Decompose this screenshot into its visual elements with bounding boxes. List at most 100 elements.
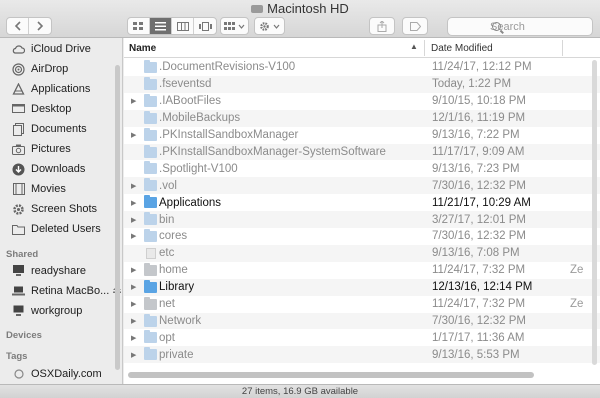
library-folder-icon [144,279,157,293]
column-divider[interactable] [562,40,563,56]
forward-button[interactable] [29,18,51,34]
file-row[interactable]: etc 9/13/16, 7:08 PM [124,244,600,262]
chevron-right-icon [37,21,44,31]
sidebar-item-pictures[interactable]: Pictures [0,139,122,159]
chevron-down-icon [238,24,245,29]
file-row[interactable]: .fseventsd Today, 1:22 PM [124,75,600,93]
sidebar-item-readyshare[interactable]: readyshare [0,261,122,281]
disclosure-triangle-icon[interactable]: ▶ [131,334,136,342]
disclosure-triangle-icon[interactable]: ▶ [131,232,136,240]
folder-icon [144,347,157,361]
disclosure-triangle-icon[interactable]: ▶ [131,300,136,308]
applications-icon [12,82,25,96]
sidebar-section-shared: Shared [6,249,39,260]
file-date-modified: 1/17/17, 11:36 AM [432,331,525,344]
file-row[interactable]: ▶ home 11/24/17, 7:32 PM Ze [124,262,600,279]
disclosure-triangle-icon[interactable]: ▶ [131,283,136,291]
locked-folder-icon [144,76,157,90]
applications-folder-icon [144,195,157,209]
sidebar-item-icloud-drive[interactable]: iCloud Drive [0,39,122,59]
file-row[interactable]: ▶ opt 1/17/17, 11:36 AM [124,329,600,346]
disclosure-triangle-icon[interactable]: ▶ [131,216,136,224]
file-name: home [159,264,188,277]
cover-flow-view-button[interactable] [194,18,216,34]
downloads-icon [12,163,25,176]
disclosure-triangle-icon[interactable]: ▶ [131,199,136,207]
file-row[interactable]: ▶ cores 7/30/16, 12:32 PM [124,228,600,245]
sidebar-item-applications[interactable]: Applications [0,79,122,99]
disclosure-triangle-icon[interactable]: ▶ [131,97,136,105]
column-header-date-modified[interactable]: Date Modified [431,43,493,54]
file-name: net [159,298,175,311]
file-row[interactable]: .PKInstallSandboxManager-SystemSoftware 1… [124,143,600,161]
icon-view-button[interactable] [128,18,150,34]
file-date-modified: 9/13/16, 7:23 PM [432,162,520,175]
file-name: private [159,348,194,361]
file-name: .MobileBackups [159,112,241,125]
cloud-icon [12,43,25,56]
search-field[interactable]: Search [447,17,593,36]
sidebar-item-screen-shots[interactable]: Screen Shots [0,199,122,219]
sidebar-item-desktop[interactable]: Desktop [0,99,122,119]
back-button[interactable] [7,18,29,34]
window-title: Macintosh HD [0,1,600,17]
sidebar-item-tag-osxdaily[interactable]: OSXDaily.com [0,364,122,384]
list-view-button[interactable] [150,18,172,34]
vertical-scrollbar[interactable] [592,60,597,365]
file-row[interactable]: ▶ .PKInstallSandboxManager 9/13/16, 7:22 P… [124,127,600,144]
file-name: Applications [159,196,222,209]
sidebar-item-retina-macbook[interactable]: Retina MacBo... [0,281,122,301]
column-divider[interactable] [424,40,425,56]
file-date-modified: Today, 1:22 PM [432,78,512,91]
sidebar-item-label: Documents [31,123,87,135]
column-header-name[interactable]: Name [129,43,156,54]
sidebar-item-workgroup[interactable]: workgroup [0,301,122,321]
cover-flow-icon [198,21,212,31]
folder-icon [144,212,157,226]
file-row[interactable]: .DocumentRevisions-V100 11/24/17, 12:12 P… [124,59,600,76]
locked-folder-icon [144,60,157,73]
file-row[interactable]: ▶ .IABootFiles 9/10/15, 10:18 PM [124,93,600,110]
disclosure-triangle-icon[interactable]: ▶ [131,131,136,139]
sidebar-scrollbar[interactable] [115,65,120,370]
disclosure-triangle-icon[interactable]: ▶ [131,182,136,190]
file-row[interactable]: ▶ Network 7/30/16, 12:32 PM [124,312,600,330]
file-name: opt [159,331,175,344]
share-button[interactable] [369,17,395,35]
camera-icon [12,143,25,156]
file-row[interactable]: ▶ bin 3/27/17, 12:01 PM [124,211,600,228]
file-row[interactable]: ▶ private 9/13/16, 5:53 PM [124,346,600,364]
sidebar-item-label: AirDrop [31,63,69,75]
sidebar-item-label: Desktop [31,103,72,115]
file-row[interactable]: ▶ Library 12/13/16, 12:14 PM [124,278,600,296]
arrange-grid-icon [224,21,235,30]
disclosure-triangle-icon[interactable]: ▶ [131,351,136,359]
column-view-button[interactable] [172,18,194,34]
tag-circle-icon [12,368,25,381]
sidebar-item-label: Screen Shots [31,203,98,215]
sidebar-item-label: iCloud Drive [31,43,91,55]
horizontal-scrollbar[interactable] [128,372,534,378]
file-date-modified: 11/24/17, 7:32 PM [432,298,526,311]
tag-button[interactable] [402,17,428,35]
sidebar: iCloud Drive AirDrop Applications Deskto… [0,38,123,384]
sidebar-item-label: Deleted Users [31,223,101,235]
disclosure-triangle-icon[interactable]: ▶ [131,317,136,325]
file-row[interactable]: ▶ .vol 7/30/16, 12:32 PM [124,177,600,195]
sidebar-item-deleted-users[interactable]: Deleted Users [0,219,122,239]
file-row[interactable]: .Spotlight-V100 9/13/16, 7:23 PM [124,160,600,177]
disclosure-triangle-icon[interactable]: ▶ [131,266,136,274]
file-row[interactable]: ▶ Applications 11/21/17, 10:29 AM [124,194,600,211]
sidebar-item-downloads[interactable]: Downloads [0,159,122,179]
sidebar-item-movies[interactable]: Movies [0,179,122,199]
sidebar-item-documents[interactable]: Documents [0,119,122,139]
status-text: 27 items, 16.9 GB available [241,386,359,397]
arrange-button[interactable] [220,17,249,35]
file-row[interactable]: .MobileBackups 12/1/16, 11:19 PM [124,109,600,127]
file-row[interactable]: ▶ net 11/24/17, 7:32 PM Ze [124,296,600,313]
status-bar: 27 items, 16.9 GB available [0,384,600,398]
sidebar-item-airdrop[interactable]: AirDrop [0,59,122,79]
grid-icon [133,21,143,30]
action-button[interactable] [254,17,285,35]
file-name: .PKInstallSandboxManager-SystemSoftware [159,145,386,158]
